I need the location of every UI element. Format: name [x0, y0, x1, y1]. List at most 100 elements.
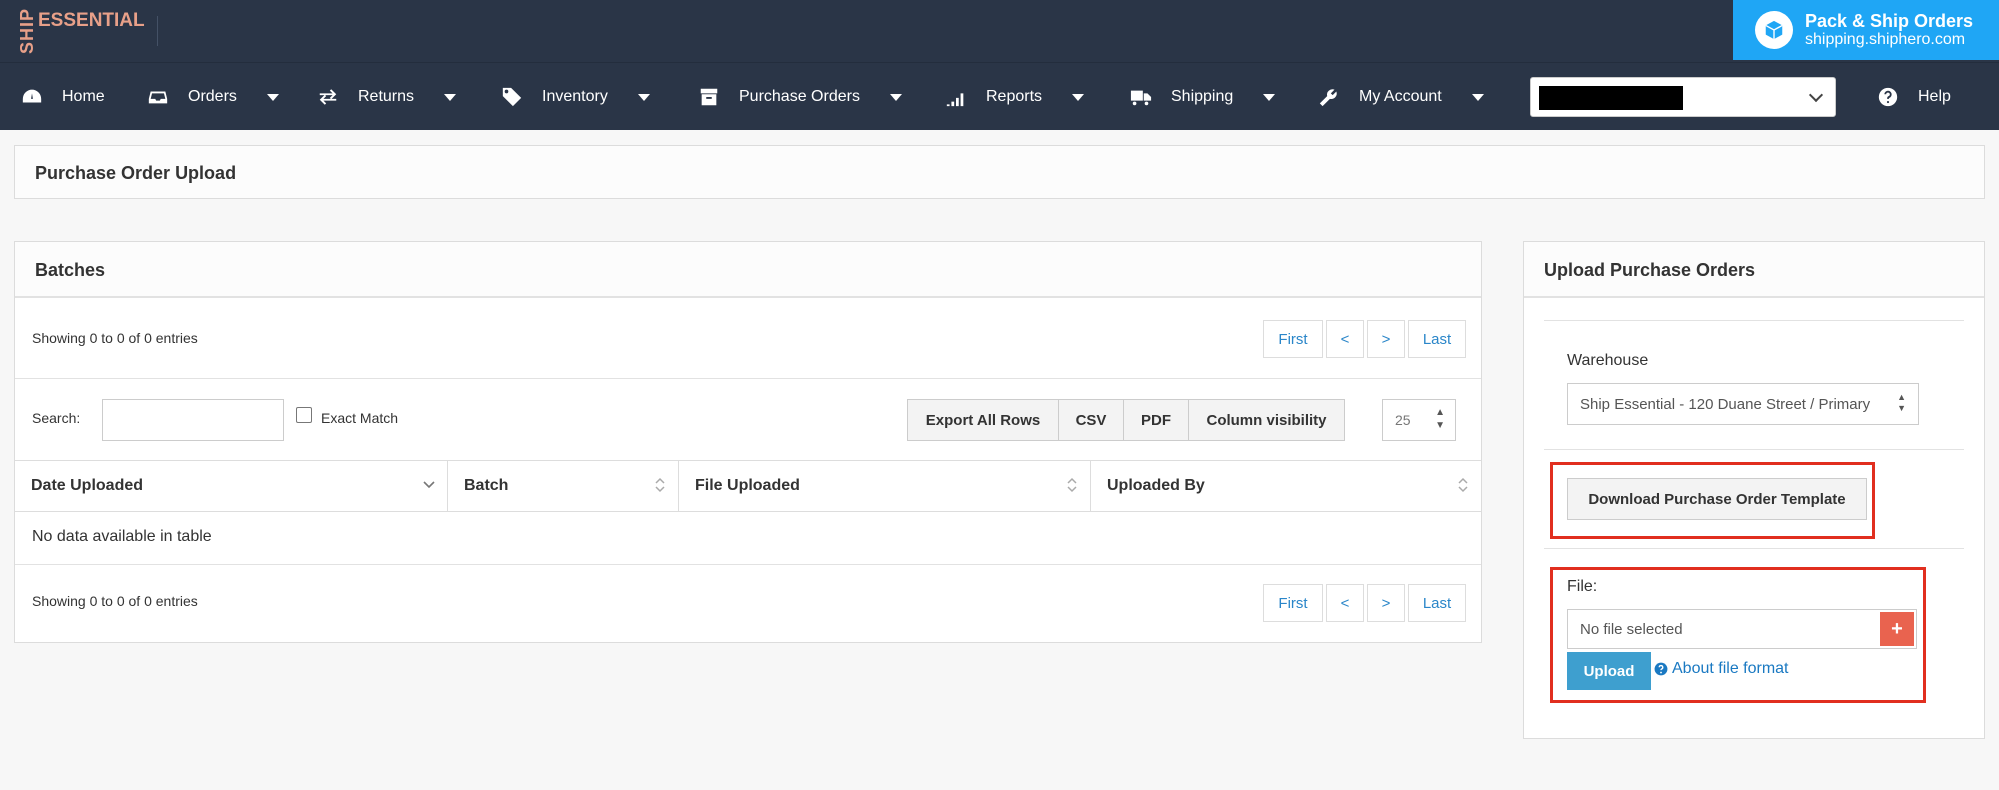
batches-panel: Batches Showing 0 to 0 of 0 entries Firs… [14, 241, 1482, 643]
pager-last-button[interactable]: Last [1408, 584, 1466, 622]
file-input[interactable]: No file selected + [1567, 609, 1917, 649]
exact-match-checkbox[interactable] [296, 407, 312, 423]
signal-icon [944, 85, 968, 109]
export-all-rows-button[interactable]: Export All Rows [907, 399, 1059, 441]
column-date-uploaded[interactable]: Date Uploaded [15, 461, 448, 511]
entries-info-top: Showing 0 to 0 of 0 entries [32, 330, 198, 346]
csv-button[interactable]: CSV [1058, 399, 1124, 441]
logo-essential-text: ESSENTIAL [38, 10, 145, 31]
nav-shipping-label: Shipping [1171, 88, 1234, 105]
nav-shipping[interactable]: Shipping [1129, 63, 1276, 131]
wrench-icon [1317, 85, 1341, 109]
exchange-icon [316, 85, 340, 109]
page-size-select[interactable]: 25 ▲ ▼ [1382, 399, 1456, 441]
divider [1544, 548, 1964, 549]
truck-icon [1129, 85, 1153, 109]
upload-button[interactable]: Upload [1567, 652, 1651, 690]
pager-first-button[interactable]: First [1263, 584, 1323, 622]
file-input-placeholder: No file selected [1580, 620, 1683, 638]
nav-orders[interactable]: Orders [146, 63, 279, 131]
column-file-uploaded-label: File Uploaded [695, 477, 800, 494]
nav-inventory[interactable]: Inventory [500, 63, 650, 131]
entries-info-bottom: Showing 0 to 0 of 0 entries [32, 593, 198, 609]
chevron-down-icon [889, 93, 902, 101]
up-down-arrows-icon: ▲ ▼ [1897, 392, 1906, 413]
main-navbar: Home Orders Returns Inventory Purchase O… [0, 62, 1999, 130]
file-label: File: [1567, 578, 1598, 595]
exact-match-label: Exact Match [321, 410, 399, 426]
divider [1544, 449, 1964, 450]
nav-purchase-orders[interactable]: Purchase Orders [697, 63, 902, 131]
pager-next-button[interactable]: > [1367, 584, 1405, 622]
chevron-down-icon [1263, 93, 1276, 101]
upload-header: Upload Purchase Orders [1524, 242, 1984, 298]
inbox-icon [146, 85, 170, 109]
warehouse-value: Ship Essential - 120 Duane Street / Prim… [1580, 395, 1871, 413]
column-batch-label: Batch [464, 477, 509, 494]
shipessential-logo[interactable]: SHIP ESSENTIAL [17, 8, 145, 55]
promo-title: Pack & Ship Orders [1805, 11, 1974, 31]
export-button-group: Export All Rows CSV PDF Column visibilit… [907, 399, 1345, 441]
nav-help-label: Help [1918, 88, 1951, 105]
page-title-panel: Purchase Order Upload [14, 145, 1985, 199]
chevron-down-icon [1072, 93, 1085, 101]
chevron-down-icon [444, 93, 457, 101]
nav-help[interactable]: Help [1876, 63, 1951, 131]
download-template-button[interactable]: Download Purchase Order Template [1567, 478, 1867, 520]
pdf-button[interactable]: PDF [1123, 399, 1189, 441]
about-file-format-link[interactable]: About file format [1654, 660, 1789, 678]
upload-title: Upload Purchase Orders [1544, 260, 1756, 280]
sort-icon [1066, 477, 1078, 498]
batches-title: Batches [35, 260, 106, 280]
question-circle-icon [1654, 662, 1668, 676]
nav-inventory-label: Inventory [542, 88, 608, 105]
batches-header: Batches [15, 242, 1481, 298]
divider [15, 564, 1481, 565]
nav-my-account[interactable]: My Account [1317, 63, 1484, 131]
add-file-button[interactable]: + [1880, 612, 1914, 646]
column-batch[interactable]: Batch [448, 461, 679, 511]
column-file-uploaded[interactable]: File Uploaded [679, 461, 1091, 511]
tags-icon [500, 85, 524, 109]
archive-icon [697, 85, 721, 109]
column-uploaded-by[interactable]: Uploaded By [1091, 461, 1481, 511]
upload-purchase-orders-panel: Upload Purchase Orders Warehouse Ship Es… [1523, 241, 1985, 739]
search-label: Search: [32, 410, 81, 426]
top-header: SHIP ESSENTIAL Pack & Ship Orders shippi… [0, 0, 1999, 62]
batches-table-header: Date Uploaded Batch File Uploaded Upload… [15, 460, 1481, 512]
pager-prev-button[interactable]: < [1326, 584, 1364, 622]
empty-table-message: No data available in table [32, 528, 212, 545]
pack-ship-promo-banner[interactable]: Pack & Ship Orders shipping.shiphero.com [1733, 0, 1999, 60]
nav-reports[interactable]: Reports [944, 63, 1085, 131]
pager-prev-button[interactable]: < [1326, 320, 1364, 358]
account-selector-dropdown[interactable] [1530, 77, 1836, 117]
column-uploaded-by-label: Uploaded By [1107, 477, 1205, 494]
pager-next-button[interactable]: > [1367, 320, 1405, 358]
logo-divider [157, 16, 158, 46]
logo-ship-text: SHIP [17, 8, 37, 55]
pager-last-button[interactable]: Last [1408, 320, 1466, 358]
chevron-down-icon [1808, 87, 1824, 103]
promo-subtitle: shipping.shiphero.com [1805, 31, 1966, 48]
redacted-account-name [1539, 86, 1683, 110]
nav-home-label: Home [62, 88, 105, 105]
pagination-top: First < > Last [1260, 320, 1466, 358]
divider [1544, 320, 1964, 321]
pager-first-button[interactable]: First [1263, 320, 1323, 358]
sort-icon [1457, 477, 1469, 498]
pagination-bottom: First < > Last [1260, 584, 1466, 622]
column-date-uploaded-label: Date Uploaded [31, 477, 144, 494]
nav-my-account-label: My Account [1359, 88, 1442, 105]
warehouse-select[interactable]: Ship Essential - 120 Duane Street / Prim… [1567, 383, 1919, 425]
nav-purchase-orders-label: Purchase Orders [739, 88, 860, 105]
nav-home[interactable]: Home [20, 63, 105, 131]
page-size-value: 25 [1395, 412, 1411, 428]
column-visibility-button[interactable]: Column visibility [1188, 399, 1345, 441]
warehouse-label: Warehouse [1567, 352, 1649, 369]
search-input[interactable] [102, 399, 284, 441]
nav-reports-label: Reports [986, 88, 1043, 105]
nav-returns-label: Returns [358, 88, 415, 105]
chevron-down-icon [1471, 93, 1484, 101]
box-icon [1755, 11, 1793, 49]
nav-returns[interactable]: Returns [316, 63, 457, 131]
